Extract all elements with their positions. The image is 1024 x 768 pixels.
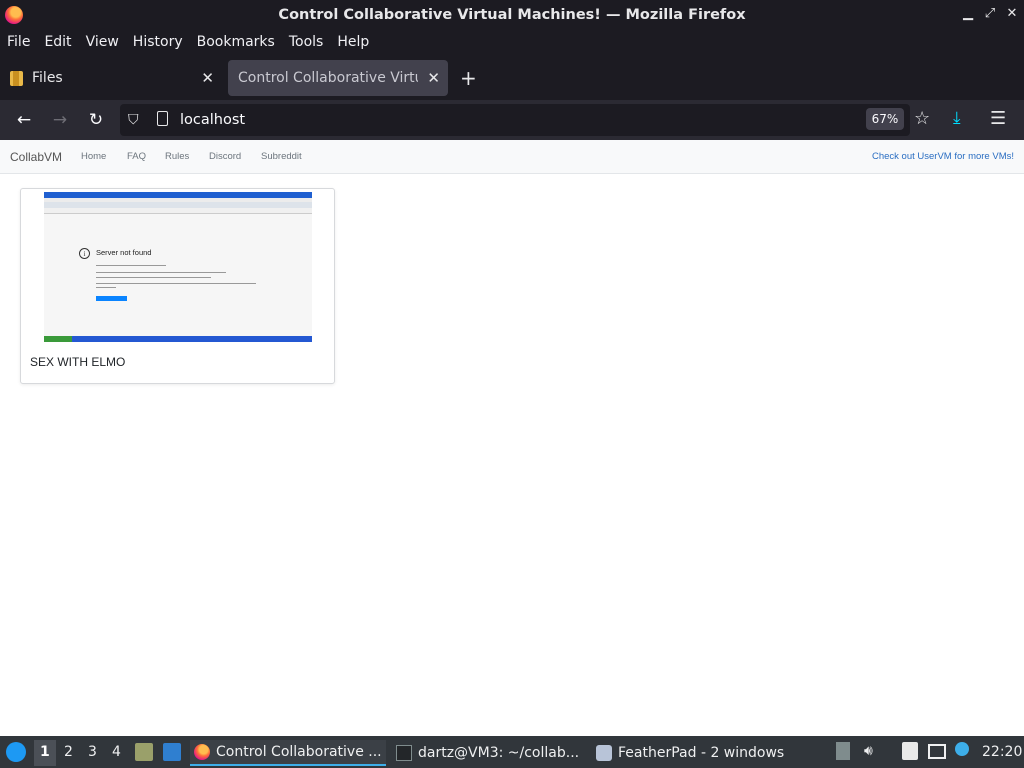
back-icon[interactable]: ← [12,108,36,132]
clipboard-tray-icon[interactable] [836,742,850,760]
application-menu-icon[interactable] [6,742,26,762]
vm-card[interactable]: i Server not found SEX WITH ELMO [20,188,335,384]
menu-tools[interactable]: Tools [289,34,324,50]
notes-tray-icon[interactable] [902,742,918,760]
task-label: Control Collaborative ... [216,744,382,760]
forward-icon[interactable]: → [48,108,72,132]
new-tab-icon[interactable]: + [460,66,477,90]
url-input[interactable] [180,109,780,131]
clock[interactable]: 22:20 [982,744,1022,760]
url-bar[interactable]: ⛉ [120,104,910,136]
menu-bookmarks[interactable]: Bookmarks [197,34,275,50]
workspace-4[interactable]: 4 [112,744,121,760]
thumbnail-taskbar [44,336,312,342]
notification-icon[interactable] [955,742,969,756]
workspace-1[interactable]: 1 [40,744,50,760]
window-title: Control Collaborative Virtual Machines! … [278,7,746,23]
tab-label: Control Collaborative Virtual Machines! [238,70,418,86]
network-icon[interactable] [928,744,946,759]
featherpad-icon [596,745,612,761]
tab-strip: Files ✕ Control Collaborative Virtual Ma… [0,56,1024,100]
bookmark-star-icon[interactable]: ☆ [914,108,930,129]
maximize-icon[interactable]: ⤢ [982,6,998,21]
close-tab-icon[interactable]: ✕ [427,69,440,87]
close-window-icon[interactable]: ✕ [1004,6,1020,21]
tab-collabvm[interactable]: Control Collaborative Virtual Machines! … [228,60,448,96]
nav-link-subreddit[interactable]: Subreddit [261,151,302,162]
workspace-3[interactable]: 3 [88,744,97,760]
task-firefox[interactable]: Control Collaborative ... [190,740,386,766]
menu-history[interactable]: History [133,34,183,50]
thumbnail-text-line [96,265,166,266]
page-info-icon[interactable] [157,111,168,126]
thumbnail-start-button [44,336,72,342]
task-terminal[interactable]: dartz@VM3: ~/collab... [392,740,588,766]
file-manager-icon[interactable] [135,743,153,761]
menu-edit[interactable]: Edit [44,34,71,50]
info-icon: i [79,248,90,259]
vm-thumbnail[interactable]: i Server not found [44,192,312,342]
firefox-icon [194,744,210,760]
window-titlebar: Control Collaborative Virtual Machines! … [0,0,1024,30]
task-label: FeatherPad - 2 windows [618,745,785,761]
show-desktop-icon[interactable] [163,743,181,761]
task-label: dartz@VM3: ~/collab... [418,745,580,761]
thumbnail-error-title: Server not found [96,248,152,257]
folder-icon [10,70,23,86]
task-featherpad[interactable]: FeatherPad - 2 windows [592,740,788,766]
nav-link-discord[interactable]: Discord [209,151,241,162]
workspace-2[interactable]: 2 [64,744,73,760]
page-viewport: CollabVM Home FAQ Rules Discord Subreddi… [0,140,1024,736]
downloads-icon[interactable]: ⤓ [953,108,961,128]
thumbnail-text-line [96,277,211,278]
menu-file[interactable]: File [7,34,30,50]
terminal-icon [396,745,412,761]
thumbnail-text-line [96,287,116,288]
menu-help[interactable]: Help [337,34,369,50]
close-tab-icon[interactable]: ✕ [201,69,214,87]
shield-icon[interactable]: ⛉ [128,112,139,128]
thumbnail-urlbar [44,208,312,214]
thumbnail-text-line [96,272,226,273]
nav-link-rules[interactable]: Rules [165,151,189,162]
site-navbar: CollabVM Home FAQ Rules Discord Subreddi… [0,140,1024,174]
thumbnail-try-again-button [96,296,127,301]
tab-files[interactable]: Files ✕ [0,60,222,96]
uservm-promo-link[interactable]: Check out UserVM for more VMs! [872,151,1014,162]
app-menu-icon[interactable]: ☰ [990,108,1006,129]
site-brand[interactable]: CollabVM [10,150,62,164]
minimize-icon[interactable]: ▁ [960,6,976,21]
menubar: File Edit View History Bookmarks Tools H… [0,30,1024,54]
vm-name[interactable]: SEX WITH ELMO [30,355,125,369]
thumbnail-text-line [96,283,256,284]
nav-link-home[interactable]: Home [81,151,106,162]
menu-view[interactable]: View [86,34,119,50]
zoom-level-button[interactable]: 67% [866,108,904,130]
nav-link-faq[interactable]: FAQ [127,151,146,162]
volume-icon[interactable]: 🔊︎ [864,743,873,759]
tab-label: Files [32,70,63,86]
reload-icon[interactable]: ↻ [84,108,108,132]
